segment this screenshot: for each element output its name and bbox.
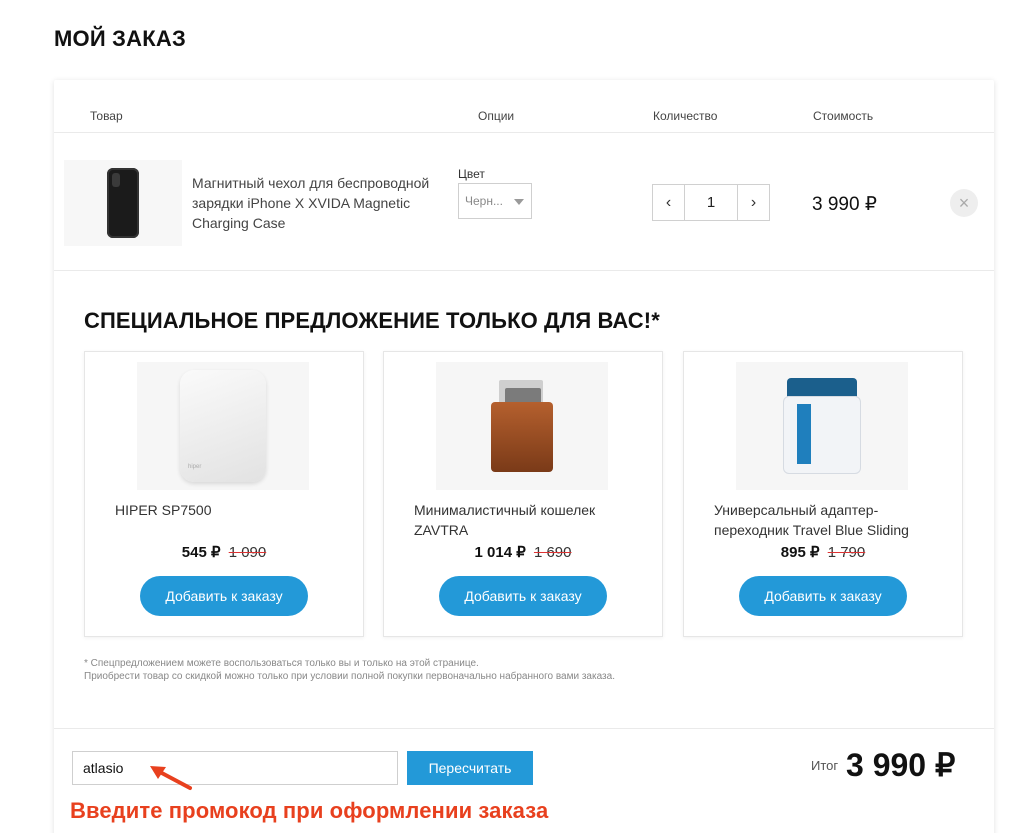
arrow-icon: [150, 766, 192, 790]
offer-card: Минималистичный кошелек ZAVTRA 1 014 ₽ 1…: [383, 351, 663, 637]
color-select-value: Черн...: [465, 194, 503, 208]
offer-image[interactable]: [736, 362, 908, 490]
offer-prices: 545 ₽ 1 090: [85, 543, 363, 561]
powerbank-image: [180, 370, 266, 482]
recalculate-button[interactable]: Пересчитать: [407, 751, 533, 785]
footer-divider: [54, 728, 994, 729]
page-title: МОЙ ЗАКАЗ: [54, 26, 186, 51]
footnote-line: Приобрести товар со скидкой можно только…: [84, 671, 615, 682]
remove-button[interactable]: ×: [950, 189, 978, 217]
color-select[interactable]: Черн...: [458, 183, 532, 219]
add-to-order-button[interactable]: Добавить к заказу: [140, 576, 308, 616]
offer-image[interactable]: [137, 362, 309, 490]
header-quantity: Количество: [653, 109, 718, 123]
offer-old-price: 1 090: [228, 544, 267, 561]
product-name[interactable]: Магнитный чехол для беспроводной зарядки…: [192, 173, 442, 233]
cart-row: Магнитный чехол для беспроводной зарядки…: [54, 133, 994, 271]
quantity-value[interactable]: 1: [685, 185, 737, 220]
header-options: Опции: [478, 109, 515, 123]
offer-name[interactable]: Универсальный адаптер-переходник Travel …: [714, 500, 944, 540]
offer-name[interactable]: HIPER SP7500: [115, 500, 345, 520]
row-price: 3 990 ₽: [812, 194, 877, 215]
promo-code-input[interactable]: [72, 751, 398, 785]
header-product: Товар: [90, 109, 123, 123]
offer-price: 545 ₽: [181, 544, 221, 561]
add-to-order-button[interactable]: Добавить к заказу: [739, 576, 907, 616]
chevron-down-icon: [514, 199, 524, 205]
option-label: Цвет: [458, 167, 485, 181]
offer-price: 1 014 ₽: [474, 544, 526, 561]
total-value: 3 990 ₽: [846, 747, 956, 783]
offer-name[interactable]: Минималистичный кошелек ZAVTRA: [414, 500, 644, 540]
add-to-order-button[interactable]: Добавить к заказу: [439, 576, 607, 616]
offer-prices: 1 014 ₽ 1 690: [384, 543, 662, 561]
offer-card: Универсальный адаптер-переходник Travel …: [683, 351, 963, 637]
offer-card: HIPER SP7500 545 ₽ 1 090 Добавить к зака…: [84, 351, 364, 637]
offer-title: СПЕЦИАЛЬНОЕ ПРЕДЛОЖЕНИЕ ТОЛЬКО ДЛЯ ВАС!*: [84, 308, 660, 333]
offer-prices: 895 ₽ 1 790: [684, 543, 962, 561]
wallet-image: [491, 380, 553, 472]
offer-old-price: 1 690: [533, 544, 572, 561]
footnote-line: * Спецпредложением можете воспользоватьс…: [84, 658, 479, 669]
table-header: Товар Опции Количество Стоимость: [54, 80, 994, 133]
offer-image[interactable]: [436, 362, 608, 490]
phone-case-image: [107, 168, 139, 238]
decrease-button[interactable]: ‹: [653, 185, 685, 220]
promo-hint: Введите промокод при оформлении заказа: [70, 798, 549, 823]
order-card: Товар Опции Количество Стоимость Магнитн…: [54, 80, 994, 833]
offer-footnote: * Спецпредложением можете воспользоватьс…: [84, 657, 615, 683]
offer-old-price: 1 790: [827, 544, 866, 561]
increase-button[interactable]: ›: [737, 185, 769, 220]
header-cost: Стоимость: [813, 109, 874, 123]
total-label: Итог: [811, 758, 839, 773]
offer-price: 895 ₽: [780, 544, 820, 561]
adapter-image: [783, 378, 861, 474]
quantity-stepper: ‹ 1 ›: [652, 184, 770, 221]
product-image[interactable]: [64, 160, 182, 246]
